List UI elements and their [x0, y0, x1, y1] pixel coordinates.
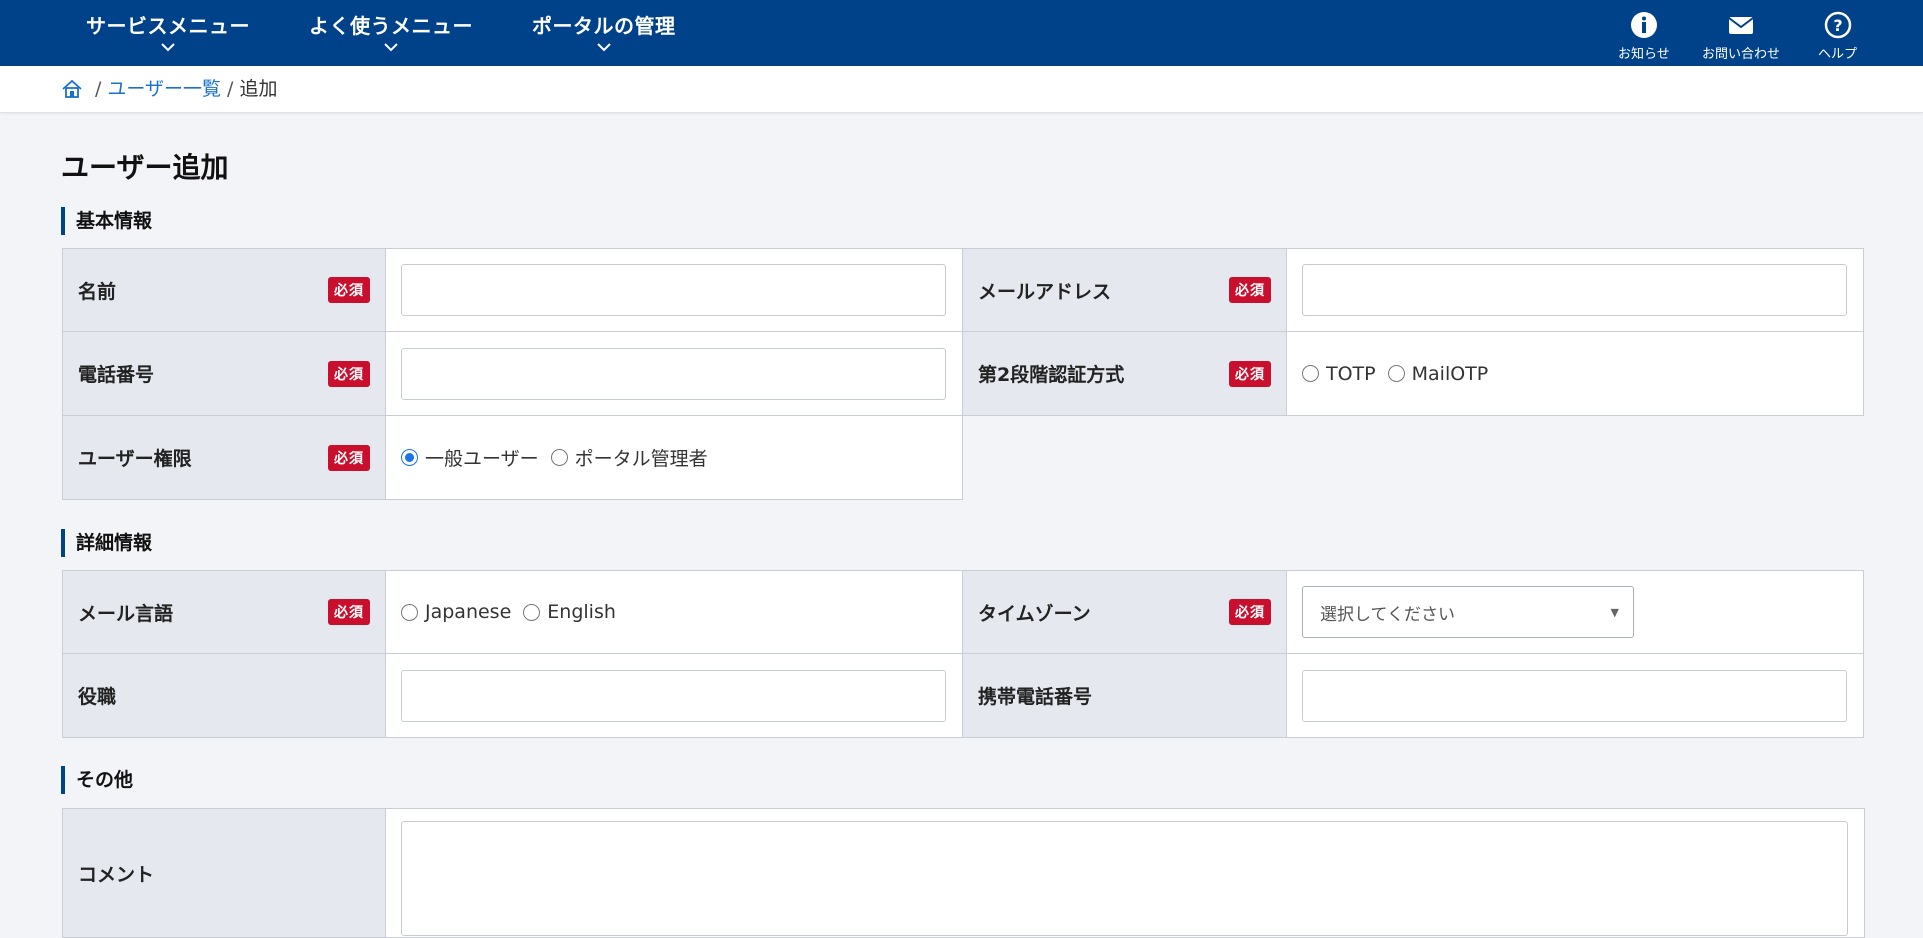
- required-badge: 必須: [328, 599, 370, 625]
- name-input[interactable]: [401, 264, 946, 316]
- mfa-options-cell: TOTP MailOTP: [1287, 332, 1864, 416]
- page-title: ユーザー追加: [61, 151, 229, 184]
- phone-label: 電話番号: [78, 364, 155, 386]
- phone-input[interactable]: [401, 347, 946, 400]
- required-badge: 必須: [328, 277, 370, 303]
- required-badge: 必須: [328, 444, 370, 471]
- favorite-menu-label: よく使うメニュー: [309, 14, 473, 38]
- chevron-down-icon: [597, 43, 611, 52]
- contact-label: お問い合わせ: [1702, 47, 1781, 62]
- timezone-label: タイムゾーン: [978, 602, 1091, 625]
- mail-lang-options-cell: Japanese English: [386, 570, 963, 654]
- required-badge: 必須: [1229, 277, 1271, 303]
- role-general-label: 一般ユーザー: [425, 448, 539, 470]
- mobile-input-cell: [1287, 654, 1864, 738]
- required-badge: 必須: [1229, 360, 1271, 387]
- portal-admin-menu[interactable]: ポータルの管理: [532, 0, 676, 66]
- form-row-comment: コメント: [62, 808, 1865, 938]
- breadcrumb-current: 追加: [239, 78, 278, 100]
- name-label-cell: 名前 必須: [62, 248, 386, 332]
- top-nav: サービスメニュー よく使うメニュー ポータルの管理 お知らせ お問い合わせ ? …: [0, 0, 1923, 66]
- role-admin-radio[interactable]: [550, 449, 568, 466]
- timezone-select-value: 選択してください: [1320, 604, 1455, 625]
- breadcrumb-bar: / ユーザー一覧 / 追加: [0, 66, 1923, 113]
- timezone-select[interactable]: 選択してください ▼: [1302, 586, 1634, 638]
- service-menu-label: サービスメニュー: [86, 14, 250, 38]
- role-admin-label: ポータル管理者: [574, 448, 708, 470]
- notifications-label: お知らせ: [1618, 47, 1670, 62]
- required-badge: 必須: [1229, 599, 1271, 625]
- portal-admin-menu-label: ポータルの管理: [532, 14, 676, 38]
- form-row-lang-timezone: メール言語 必須 Japanese English タイムゾーン 必須 選択して…: [62, 570, 1864, 654]
- home-icon[interactable]: [61, 78, 83, 100]
- section-title-detail: 詳細情報: [61, 529, 152, 557]
- contact-button[interactable]: お問い合わせ: [1702, 10, 1780, 62]
- mail-lang-label: メール言語: [78, 602, 174, 625]
- chevron-down-icon: [384, 43, 398, 52]
- breadcrumb: / ユーザー一覧 / 追加: [61, 76, 277, 102]
- section-title-other: その他: [61, 766, 133, 794]
- section-title-basic: 基本情報: [61, 207, 152, 235]
- mail-lang-japanese-radio[interactable]: [401, 603, 418, 621]
- chevron-down-icon: [161, 43, 175, 52]
- breadcrumb-user-list[interactable]: ユーザー一覧: [107, 76, 221, 102]
- required-badge: 必須: [328, 360, 370, 387]
- email-input-cell: [1287, 248, 1864, 332]
- form-row-name-email: 名前 必須 メールアドレス 必須: [62, 248, 1864, 332]
- timezone-select-cell: 選択してください ▼: [1287, 570, 1864, 654]
- comment-input-cell: [386, 808, 1865, 938]
- mfa-totp-radio[interactable]: [1302, 365, 1319, 382]
- info-icon: [1630, 12, 1657, 38]
- svg-text:?: ?: [1833, 16, 1842, 35]
- mobile-label-cell: 携帯電話番号: [963, 654, 1287, 738]
- favorite-menu[interactable]: よく使うメニュー: [309, 0, 473, 66]
- mobile-label: 携帯電話番号: [978, 686, 1093, 708]
- mfa-totp-label: TOTP: [1326, 362, 1376, 385]
- service-menu[interactable]: サービスメニュー: [86, 0, 250, 66]
- email-input[interactable]: [1302, 264, 1847, 316]
- form-row-phone-mfa: 電話番号 必須 第2段階認証方式 必須 TOTP MailOTP: [62, 332, 1864, 416]
- breadcrumb-separator: /: [95, 78, 102, 100]
- role-radio-group: 一般ユーザー ポータル管理者: [401, 444, 720, 471]
- mfa-radio-group: TOTP MailOTP: [1302, 363, 1500, 385]
- mfa-label-cell: 第2段階認証方式 必須: [963, 332, 1287, 416]
- position-input[interactable]: [401, 669, 946, 722]
- help-button[interactable]: ? ヘルプ: [1818, 10, 1857, 62]
- role-label-cell: ユーザー権限 必須: [62, 416, 386, 500]
- mail-lang-english-radio[interactable]: [523, 603, 541, 621]
- role-options-cell: 一般ユーザー ポータル管理者: [386, 416, 963, 500]
- position-label-cell: 役職: [62, 654, 386, 738]
- notifications-button[interactable]: お知らせ: [1618, 10, 1670, 62]
- role-label: ユーザー権限: [78, 448, 192, 470]
- position-label: 役職: [78, 686, 117, 708]
- mail-icon: [1728, 17, 1754, 34]
- timezone-label-cell: タイムゾーン 必須: [963, 570, 1287, 654]
- comment-label: コメント: [78, 863, 155, 886]
- form-row-position-mobile: 役職 携帯電話番号: [62, 654, 1864, 738]
- dropdown-arrow-icon: ▼: [1610, 605, 1619, 619]
- name-input-cell: [386, 248, 963, 332]
- phone-input-cell: [386, 332, 963, 416]
- help-label: ヘルプ: [1818, 47, 1858, 62]
- help-icon: ?: [1824, 11, 1851, 39]
- position-input-cell: [386, 654, 963, 738]
- mfa-label: 第2段階認証方式: [978, 364, 1125, 386]
- breadcrumb-separator: /: [227, 78, 234, 100]
- name-label: 名前: [78, 280, 117, 303]
- mfa-mailotp-label: MailOTP: [1411, 362, 1489, 385]
- mobile-input[interactable]: [1302, 669, 1847, 722]
- mail-lang-english-label: English: [547, 601, 616, 623]
- email-label-cell: メールアドレス 必須: [963, 248, 1287, 332]
- comment-textarea[interactable]: [401, 821, 1848, 936]
- form-row-role: ユーザー権限 必須 一般ユーザー ポータル管理者: [62, 416, 963, 500]
- phone-label-cell: 電話番号 必須: [62, 332, 386, 416]
- comment-label-cell: コメント: [62, 808, 386, 938]
- email-label: メールアドレス: [978, 280, 1112, 303]
- mail-lang-radio-group: Japanese English: [401, 601, 628, 623]
- mail-lang-label-cell: メール言語 必須: [62, 570, 386, 654]
- mail-lang-japanese-label: Japanese: [425, 601, 512, 623]
- mfa-mailotp-radio[interactable]: [1387, 365, 1405, 382]
- role-general-radio[interactable]: [401, 449, 418, 466]
